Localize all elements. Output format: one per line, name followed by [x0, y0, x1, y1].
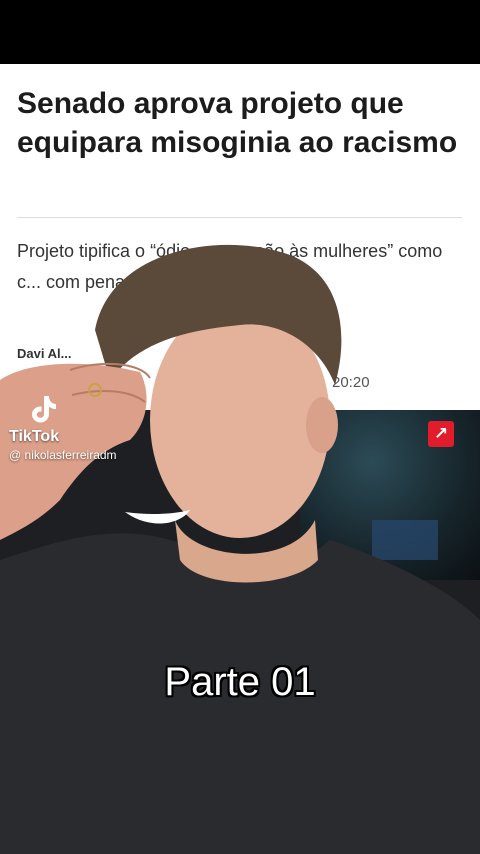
tiktok-logo-icon: [32, 396, 56, 423]
video-caption: Parte 01: [164, 660, 316, 704]
person-ear: [306, 397, 338, 453]
tiktok-watermark: TikTok @ nikolasferreiradm: [9, 392, 117, 462]
tiktok-username: @ nikolasferreiradm: [9, 448, 117, 462]
tiktok-brand: TikTok: [9, 428, 60, 445]
person-smile: [125, 510, 190, 524]
